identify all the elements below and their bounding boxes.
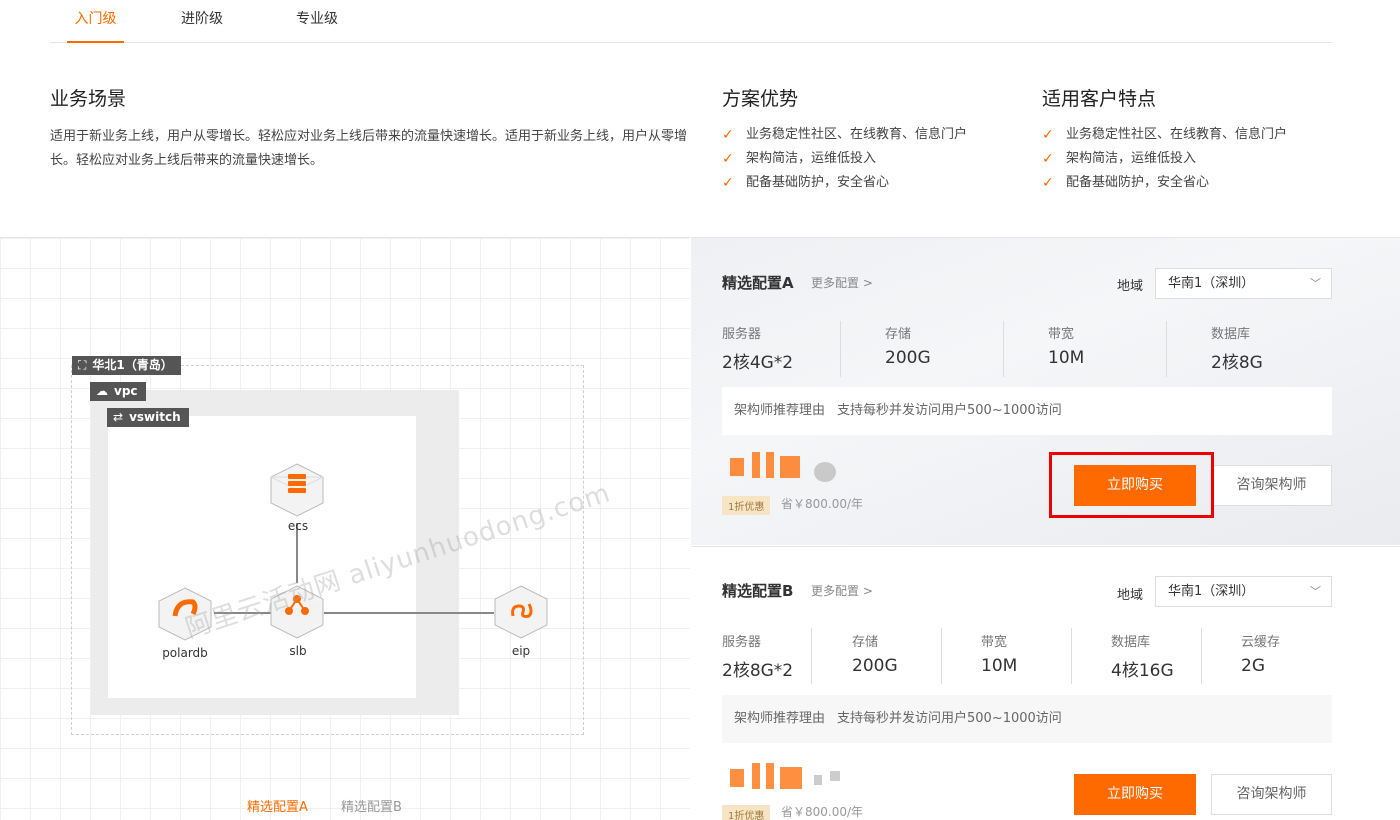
spec-cache: 云缓存 2G <box>1241 635 1281 676</box>
divider <box>1071 628 1072 684</box>
check-icon: ✓ <box>722 175 734 191</box>
discount-badge: 1折优惠 <box>722 805 771 820</box>
consult-architect-button[interactable]: 咨询架构师 <box>1211 774 1332 815</box>
config-title: 精选配置B <box>722 582 794 600</box>
customers-list: ✓ 业务稳定性社区、在线教育、信息门户 ✓ 架构简洁，运维低投入 ✓ 配备基础防护，安… <box>1042 123 1287 195</box>
blurred-price <box>722 763 862 799</box>
chevron-down-icon: ﹀ <box>1310 585 1321 598</box>
savings-text: 省￥800.00/年 <box>781 497 864 511</box>
config-card-b: 精选配置B 更多配置 > 地域 华南1（深圳） ﹀ 服务器 2核8G*2 存储 200… <box>691 546 1400 820</box>
list-item: ✓ 业务稳定性社区、在线教育、信息门户 <box>722 123 967 147</box>
level-tabs: 入门级 进阶级 专业级 <box>50 0 1332 43</box>
customers-title: 适用客户特点 <box>1042 88 1157 110</box>
spec-bandwidth: 带宽 10M <box>1048 327 1085 368</box>
tab-advanced[interactable]: 进阶级 <box>181 8 223 43</box>
check-icon: ✓ <box>722 127 734 143</box>
eip-node-icon[interactable] <box>491 582 551 642</box>
architecture-diagram: ⛶ 华北1（青岛） ☁ vpc ⇄ vswitch ecs slb polardb e… <box>0 237 690 820</box>
divider <box>941 628 942 684</box>
buy-now-button[interactable]: 立即购买 <box>1074 774 1196 815</box>
highlight-box <box>1049 452 1214 518</box>
vswitch-tag: ⇄ vswitch <box>107 408 189 427</box>
divider <box>840 321 841 377</box>
check-icon: ✓ <box>1042 127 1054 143</box>
polardb-label: polardb <box>162 646 208 660</box>
advantages-title: 方案优势 <box>722 88 799 110</box>
recommendation-reason: 架构师推荐理由 支持每秒并发访问用户500~1000访问 <box>722 695 1332 743</box>
recommendation-reason: 架构师推荐理由 支持每秒并发访问用户500~1000访问 <box>722 387 1332 435</box>
region-label: 地域 <box>1117 588 1144 603</box>
spec-storage: 存储 200G <box>885 327 931 368</box>
slb-label: slb <box>289 644 307 658</box>
divider <box>1003 321 1004 377</box>
region-select[interactable]: 华南1（深圳） ﹀ <box>1155 268 1332 299</box>
scene-description: 适用于新业务上线，用户从零增长。轻松应对业务上线后带来的流量快速增长。适用于新业… <box>50 129 688 168</box>
diagram-tab-b[interactable]: 精选配置B <box>341 796 402 815</box>
region-icon: ⛶ <box>78 358 87 372</box>
check-icon: ✓ <box>1042 175 1054 191</box>
region-select[interactable]: 华南1（深圳） ﹀ <box>1155 576 1332 607</box>
ecs-node-icon[interactable] <box>267 460 327 520</box>
eip-label: eip <box>511 644 531 658</box>
more-config-link[interactable]: 更多配置 > <box>811 582 873 599</box>
more-config-link[interactable]: 更多配置 > <box>811 274 873 291</box>
spec-server: 服务器 2核8G*2 <box>722 635 794 681</box>
spec-server: 服务器 2核4G*2 <box>722 327 794 373</box>
region-label: 地域 <box>1117 279 1144 294</box>
discount-badge: 1折优惠 <box>722 496 771 515</box>
config-title: 精选配置A <box>722 274 794 292</box>
check-icon: ✓ <box>722 151 734 167</box>
scene-title: 业务场景 <box>50 88 127 110</box>
switch-icon: ⇄ <box>113 410 124 424</box>
tab-entry[interactable]: 入门级 <box>67 8 124 43</box>
divider <box>811 628 812 684</box>
list-item: ✓ 配备基础防护，安全省心 <box>722 171 967 195</box>
list-item: ✓ 配备基础防护，安全省心 <box>1042 171 1287 195</box>
ecs-label: ecs <box>287 519 309 533</box>
connection-line <box>324 612 494 614</box>
spec-storage: 存储 200G <box>852 635 898 676</box>
list-item: ✓ 架构简洁，运维低投入 <box>722 147 967 171</box>
vpc-tag: ☁ vpc <box>90 382 146 401</box>
blurred-price <box>722 452 862 488</box>
cloud-icon: ☁ <box>96 384 108 398</box>
check-icon: ✓ <box>1042 151 1054 167</box>
divider <box>1201 628 1202 684</box>
spec-database: 数据库 4核16G <box>1111 635 1174 681</box>
advantages-list: ✓ 业务稳定性社区、在线教育、信息门户 ✓ 架构简洁，运维低投入 ✓ 配备基础防护，安… <box>722 123 967 195</box>
spec-bandwidth: 带宽 10M <box>981 635 1018 676</box>
region-tag: ⛶ 华北1（青岛） <box>72 356 181 375</box>
list-item: ✓ 业务稳定性社区、在线教育、信息门户 <box>1042 123 1287 147</box>
consult-architect-button[interactable]: 咨询架构师 <box>1211 465 1332 506</box>
diagram-tab-a[interactable]: 精选配置A <box>247 796 308 815</box>
tab-professional[interactable]: 专业级 <box>296 8 338 43</box>
config-card-a: 精选配置A 更多配置 > 地域 华南1（深圳） ﹀ 服务器 2核4G*2 存储 200… <box>691 237 1400 545</box>
chevron-down-icon: ﹀ <box>1310 277 1321 290</box>
savings-text: 省￥800.00/年 <box>781 805 864 819</box>
list-item: ✓ 架构简洁，运维低投入 <box>1042 147 1287 171</box>
divider <box>1166 321 1167 377</box>
spec-database: 数据库 2核8G <box>1211 327 1263 373</box>
